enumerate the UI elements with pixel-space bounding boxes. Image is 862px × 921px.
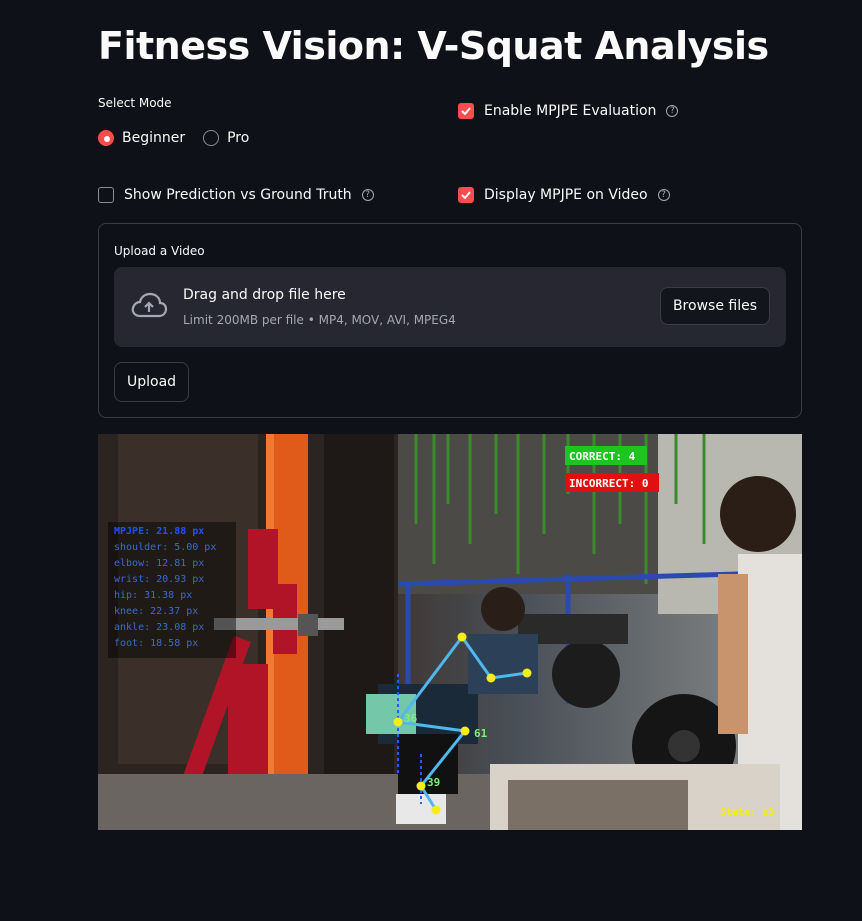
file-dropzone[interactable]: Drag and drop file here Limit 200MB per … xyxy=(114,267,786,347)
mpjpe-joint-text: ankle: 23.08 px xyxy=(114,622,204,633)
hip-angle-label: 36 xyxy=(404,712,418,725)
page-title: Fitness Vision: V-Squat Analysis xyxy=(98,24,769,68)
checkbox-label: Enable MPJPE Evaluation xyxy=(484,103,657,119)
mpjpe-joint-text: hip: 31.38 px xyxy=(114,590,192,601)
radio-selected-icon[interactable] xyxy=(98,130,114,146)
mode-label: Select Mode xyxy=(98,96,172,110)
knee-angle-label: 61 xyxy=(474,727,488,740)
checkbox-checked-icon[interactable] xyxy=(458,103,474,119)
state-text: State: s3 xyxy=(720,807,774,818)
upload-label: Upload a Video xyxy=(114,244,205,258)
mpjpe-joint-text: foot: 18.58 px xyxy=(114,638,198,649)
mode-option-beginner[interactable]: Beginner xyxy=(98,130,185,146)
prediction-vs-ground-truth-checkbox[interactable]: Show Prediction vs Ground Truth ? xyxy=(98,187,374,203)
display-mpjpe-checkbox[interactable]: Display MPJPE on Video ? xyxy=(458,187,670,203)
browse-files-button[interactable]: Browse files xyxy=(659,287,770,325)
checkbox-unchecked-icon[interactable] xyxy=(98,187,114,203)
dropzone-title: Drag and drop file here xyxy=(183,287,346,303)
mpjpe-joint-text: elbow: 12.81 px xyxy=(114,558,204,569)
checkbox-label: Show Prediction vs Ground Truth xyxy=(124,187,352,203)
mode-radio-group: Beginner Pro xyxy=(98,130,249,146)
mode-option-label: Pro xyxy=(227,130,250,146)
mode-option-pro[interactable]: Pro xyxy=(203,130,249,146)
mpjpe-joint-text: shoulder: 5.00 px xyxy=(114,542,216,553)
help-icon[interactable]: ? xyxy=(666,105,679,117)
cloud-upload-icon xyxy=(131,292,168,318)
mpjpe-joint-text: wrist: 20.93 px xyxy=(114,574,204,585)
correct-counter-text: CORRECT: 4 xyxy=(569,450,636,463)
analysis-video-frame: 36 61 39 MPJPE: 21.88 px shoulder: 5.00 … xyxy=(98,434,802,830)
radio-unselected-icon[interactable] xyxy=(203,130,220,146)
help-icon[interactable]: ? xyxy=(657,189,670,201)
help-icon[interactable]: ? xyxy=(361,189,374,201)
checkbox-label: Display MPJPE on Video xyxy=(484,187,648,203)
ankle-angle-label: 39 xyxy=(427,776,440,789)
mpjpe-total-text: MPJPE: 21.88 px xyxy=(114,526,204,537)
mpjpe-joint-text: knee: 22.37 px xyxy=(114,606,198,617)
upload-panel: Upload a Video Drag and drop file here L… xyxy=(98,223,802,418)
incorrect-counter-text: INCORRECT: 0 xyxy=(569,477,648,490)
dropzone-limit: Limit 200MB per file • MP4, MOV, AVI, MP… xyxy=(183,313,456,327)
video-frame-image: 36 61 39 MPJPE: 21.88 px shoulder: 5.00 … xyxy=(98,434,802,830)
mode-option-label: Beginner xyxy=(122,130,186,146)
upload-button[interactable]: Upload xyxy=(114,362,190,402)
mpjpe-evaluation-checkbox[interactable]: Enable MPJPE Evaluation ? xyxy=(458,103,679,119)
checkbox-checked-icon[interactable] xyxy=(458,187,474,203)
